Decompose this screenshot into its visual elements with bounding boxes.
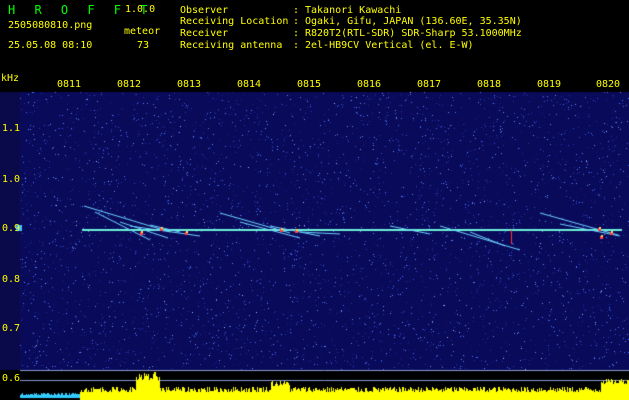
- frequency-tick-label: 0.7: [2, 323, 21, 334]
- time-tick-label: 0812: [117, 79, 142, 90]
- info-key: Receiving antenna: [180, 40, 283, 51]
- info-key: Receiver: [180, 28, 229, 39]
- frequency-unit-label: kHz: [1, 73, 20, 84]
- meteor-label: meteor: [124, 26, 161, 37]
- info-value: 2el-HB9CV Vertical (el. E-W): [305, 40, 474, 51]
- frequency-tick-label: 1.1: [2, 123, 21, 134]
- time-tick-label: 0816: [357, 79, 382, 90]
- file-name: 2505080810.png: [8, 20, 93, 31]
- time-tick-label: 0817: [417, 79, 442, 90]
- info-key: Observer: [180, 5, 229, 16]
- frequency-tick-label: 0.6: [2, 373, 21, 384]
- frequency-tick-label: 1.0: [2, 174, 21, 185]
- date-time: 25.05.08 08:10: [8, 40, 93, 51]
- info-colon: :: [293, 16, 300, 27]
- info-value: R820T2(RTL-SDR) SDR-Sharp 53.1000MHz: [305, 28, 522, 39]
- time-tick-label: 0814: [237, 79, 262, 90]
- time-tick-label: 0815: [297, 79, 322, 90]
- info-colon: :: [293, 40, 300, 51]
- frequency-tick-label: 0.9: [2, 223, 21, 234]
- info-key: Receiving Location: [180, 16, 289, 27]
- info-colon: :: [293, 28, 300, 39]
- frequency-tick-label: 0.8: [2, 274, 21, 285]
- time-tick-label: 0811: [57, 79, 82, 90]
- info-antenna: Receiving antenna:2el-HB9CV Vertical (el…: [180, 41, 474, 51]
- info-observer: Observer: Takanori Kawachi: [180, 6, 401, 16]
- info-colon: :: [293, 5, 300, 16]
- info-value: Ogaki, Gifu, JAPAN (136.60E, 35.35N): [305, 16, 522, 27]
- info-receiver: Receiver: R820T2(RTL-SDR) SDR-Sharp 53.10…: [180, 29, 522, 39]
- info-value: Takanori Kawachi: [305, 5, 402, 16]
- time-tick-label: 0818: [477, 79, 502, 90]
- meteor-count: 73: [137, 40, 150, 51]
- info-location: Receiving Location: Ogaki, Gifu, JAPAN (1…: [180, 17, 522, 27]
- app-version: 1.0.0: [125, 4, 156, 15]
- hroffft-window: H R O F F T 1.0.0 2505080810.png 25.05.0…: [0, 0, 629, 400]
- time-tick-label: 0820: [596, 79, 621, 90]
- time-tick-label: 0819: [537, 79, 562, 90]
- time-tick-label: 0813: [177, 79, 202, 90]
- waterfall-spectrogram: [0, 0, 629, 400]
